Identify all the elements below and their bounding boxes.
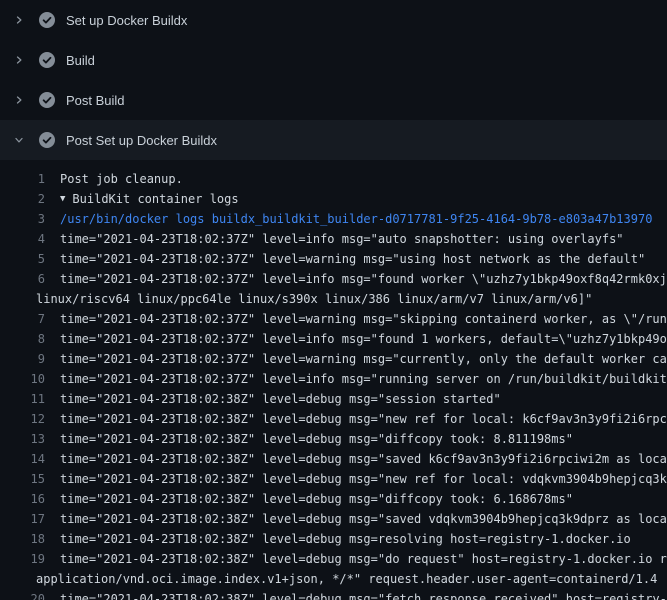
- log-line: 10 time="2021-04-23T18:02:37Z" level=inf…: [0, 369, 667, 389]
- log-line: 2 ▼ BuildKit container logs: [0, 189, 667, 209]
- log-line-text: Post job cleanup.: [60, 169, 183, 189]
- log-line-text: time="2021-04-23T18:02:37Z" level=warnin…: [60, 249, 645, 269]
- log-line: 12 time="2021-04-23T18:02:38Z" level=deb…: [0, 409, 667, 429]
- log-line: 13 time="2021-04-23T18:02:38Z" level=deb…: [0, 429, 667, 449]
- log-line-text: time="2021-04-23T18:02:37Z" level=warnin…: [60, 309, 667, 329]
- log-line-number[interactable]: 6: [0, 269, 45, 289]
- log-line-number[interactable]: 20: [0, 589, 45, 600]
- check-circle-icon: [39, 132, 55, 148]
- log-line: 11 time="2021-04-23T18:02:38Z" level=deb…: [0, 389, 667, 409]
- step-header[interactable]: Set up Docker Buildx: [0, 0, 667, 40]
- step-header[interactable]: Post Build: [0, 80, 667, 120]
- log-line-text: time="2021-04-23T18:02:38Z" level=debug …: [60, 489, 573, 509]
- log-line: application/vnd.oci.image.index.v1+json,…: [0, 569, 667, 589]
- log-line-text: time="2021-04-23T18:02:38Z" level=debug …: [60, 469, 667, 489]
- log-line-number[interactable]: 8: [0, 329, 45, 349]
- log-line-text: time="2021-04-23T18:02:37Z" level=info m…: [60, 229, 624, 249]
- log-line-text: time="2021-04-23T18:02:37Z" level=info m…: [60, 369, 667, 389]
- log-line-number[interactable]: 10: [0, 369, 45, 389]
- chevron-icon[interactable]: [12, 13, 26, 27]
- log-line-number[interactable]: 9: [0, 349, 45, 369]
- chevron-icon[interactable]: [12, 53, 26, 67]
- log-line: 4 time="2021-04-23T18:02:37Z" level=info…: [0, 229, 667, 249]
- log-line-text: time="2021-04-23T18:02:38Z" level=debug …: [60, 409, 667, 429]
- log-line: 17 time="2021-04-23T18:02:38Z" level=deb…: [0, 509, 667, 529]
- log-line: 16 time="2021-04-23T18:02:38Z" level=deb…: [0, 489, 667, 509]
- step-title: Post Set up Docker Buildx: [66, 133, 217, 148]
- log-line: 7 time="2021-04-23T18:02:37Z" level=warn…: [0, 309, 667, 329]
- log-line: 14 time="2021-04-23T18:02:38Z" level=deb…: [0, 449, 667, 469]
- log-line-number[interactable]: 18: [0, 529, 45, 549]
- log-line-text: time="2021-04-23T18:02:37Z" level=info m…: [60, 329, 667, 349]
- log-line-text: /usr/bin/docker logs buildx_buildkit_bui…: [60, 209, 652, 229]
- group-toggle-icon[interactable]: ▼: [60, 189, 65, 209]
- log-line-text: time="2021-04-23T18:02:38Z" level=debug …: [60, 429, 573, 449]
- log-area: 1 Post job cleanup. 2 ▼ BuildKit contain…: [0, 160, 667, 600]
- log-line-number[interactable]: 11: [0, 389, 45, 409]
- log-line-text[interactable]: BuildKit container logs: [72, 189, 238, 209]
- step-title: Set up Docker Buildx: [66, 13, 187, 28]
- log-line-number[interactable]: 7: [0, 309, 45, 329]
- log-line-number[interactable]: 5: [0, 249, 45, 269]
- step-title: Post Build: [66, 93, 125, 108]
- step-header[interactable]: Post Set up Docker Buildx: [0, 120, 667, 160]
- log-line-number[interactable]: 12: [0, 409, 45, 429]
- log-lines: 1 Post job cleanup. 2 ▼ BuildKit contain…: [0, 169, 667, 600]
- log-line-text: time="2021-04-23T18:02:38Z" level=debug …: [60, 589, 667, 600]
- log-line-number[interactable]: 17: [0, 509, 45, 529]
- log-line-number[interactable]: 4: [0, 229, 45, 249]
- log-line: 9 time="2021-04-23T18:02:37Z" level=warn…: [0, 349, 667, 369]
- log-line-number[interactable]: 13: [0, 429, 45, 449]
- log-line: 19 time="2021-04-23T18:02:38Z" level=deb…: [0, 549, 667, 569]
- log-line: 15 time="2021-04-23T18:02:38Z" level=deb…: [0, 469, 667, 489]
- log-line: 18 time="2021-04-23T18:02:38Z" level=deb…: [0, 529, 667, 549]
- log-line: 1 Post job cleanup.: [0, 169, 667, 189]
- log-line-number[interactable]: 19: [0, 549, 45, 569]
- log-line-number[interactable]: 16: [0, 489, 45, 509]
- step-header[interactable]: Build: [0, 40, 667, 80]
- log-line-text: time="2021-04-23T18:02:38Z" level=debug …: [60, 509, 667, 529]
- check-circle-icon: [39, 52, 55, 68]
- log-line: linux/riscv64 linux/ppc64le linux/s390x …: [0, 289, 667, 309]
- check-circle-icon: [39, 12, 55, 28]
- chevron-icon[interactable]: [12, 93, 26, 107]
- log-line: 20 time="2021-04-23T18:02:38Z" level=deb…: [0, 589, 667, 600]
- log-line-text: linux/riscv64 linux/ppc64le linux/s390x …: [36, 289, 592, 309]
- log-line-text: time="2021-04-23T18:02:38Z" level=debug …: [60, 449, 667, 469]
- log-line-number[interactable]: 3: [0, 209, 45, 229]
- log-line-text: application/vnd.oci.image.index.v1+json,…: [36, 569, 657, 589]
- check-circle-icon: [39, 92, 55, 108]
- log-line-text: time="2021-04-23T18:02:38Z" level=debug …: [60, 529, 631, 549]
- step-title: Build: [66, 53, 95, 68]
- log-line: 5 time="2021-04-23T18:02:37Z" level=warn…: [0, 249, 667, 269]
- log-line: 6 time="2021-04-23T18:02:37Z" level=info…: [0, 269, 667, 289]
- log-line-number[interactable]: 1: [0, 169, 45, 189]
- log-line: 8 time="2021-04-23T18:02:37Z" level=info…: [0, 329, 667, 349]
- log-line: 3 /usr/bin/docker logs buildx_buildkit_b…: [0, 209, 667, 229]
- log-line-text: time="2021-04-23T18:02:37Z" level=info m…: [60, 269, 667, 289]
- log-line-text: time="2021-04-23T18:02:37Z" level=warnin…: [60, 349, 667, 369]
- log-line-number[interactable]: 15: [0, 469, 45, 489]
- log-line-text: time="2021-04-23T18:02:38Z" level=debug …: [60, 549, 667, 569]
- workflow-log-viewer: Set up Docker Buildx Build P: [0, 0, 667, 600]
- step-list: Set up Docker Buildx Build P: [0, 0, 667, 160]
- log-line-number[interactable]: 2: [0, 189, 45, 209]
- log-line-number[interactable]: 14: [0, 449, 45, 469]
- log-line-text: time="2021-04-23T18:02:38Z" level=debug …: [60, 389, 501, 409]
- chevron-icon[interactable]: [12, 133, 26, 147]
